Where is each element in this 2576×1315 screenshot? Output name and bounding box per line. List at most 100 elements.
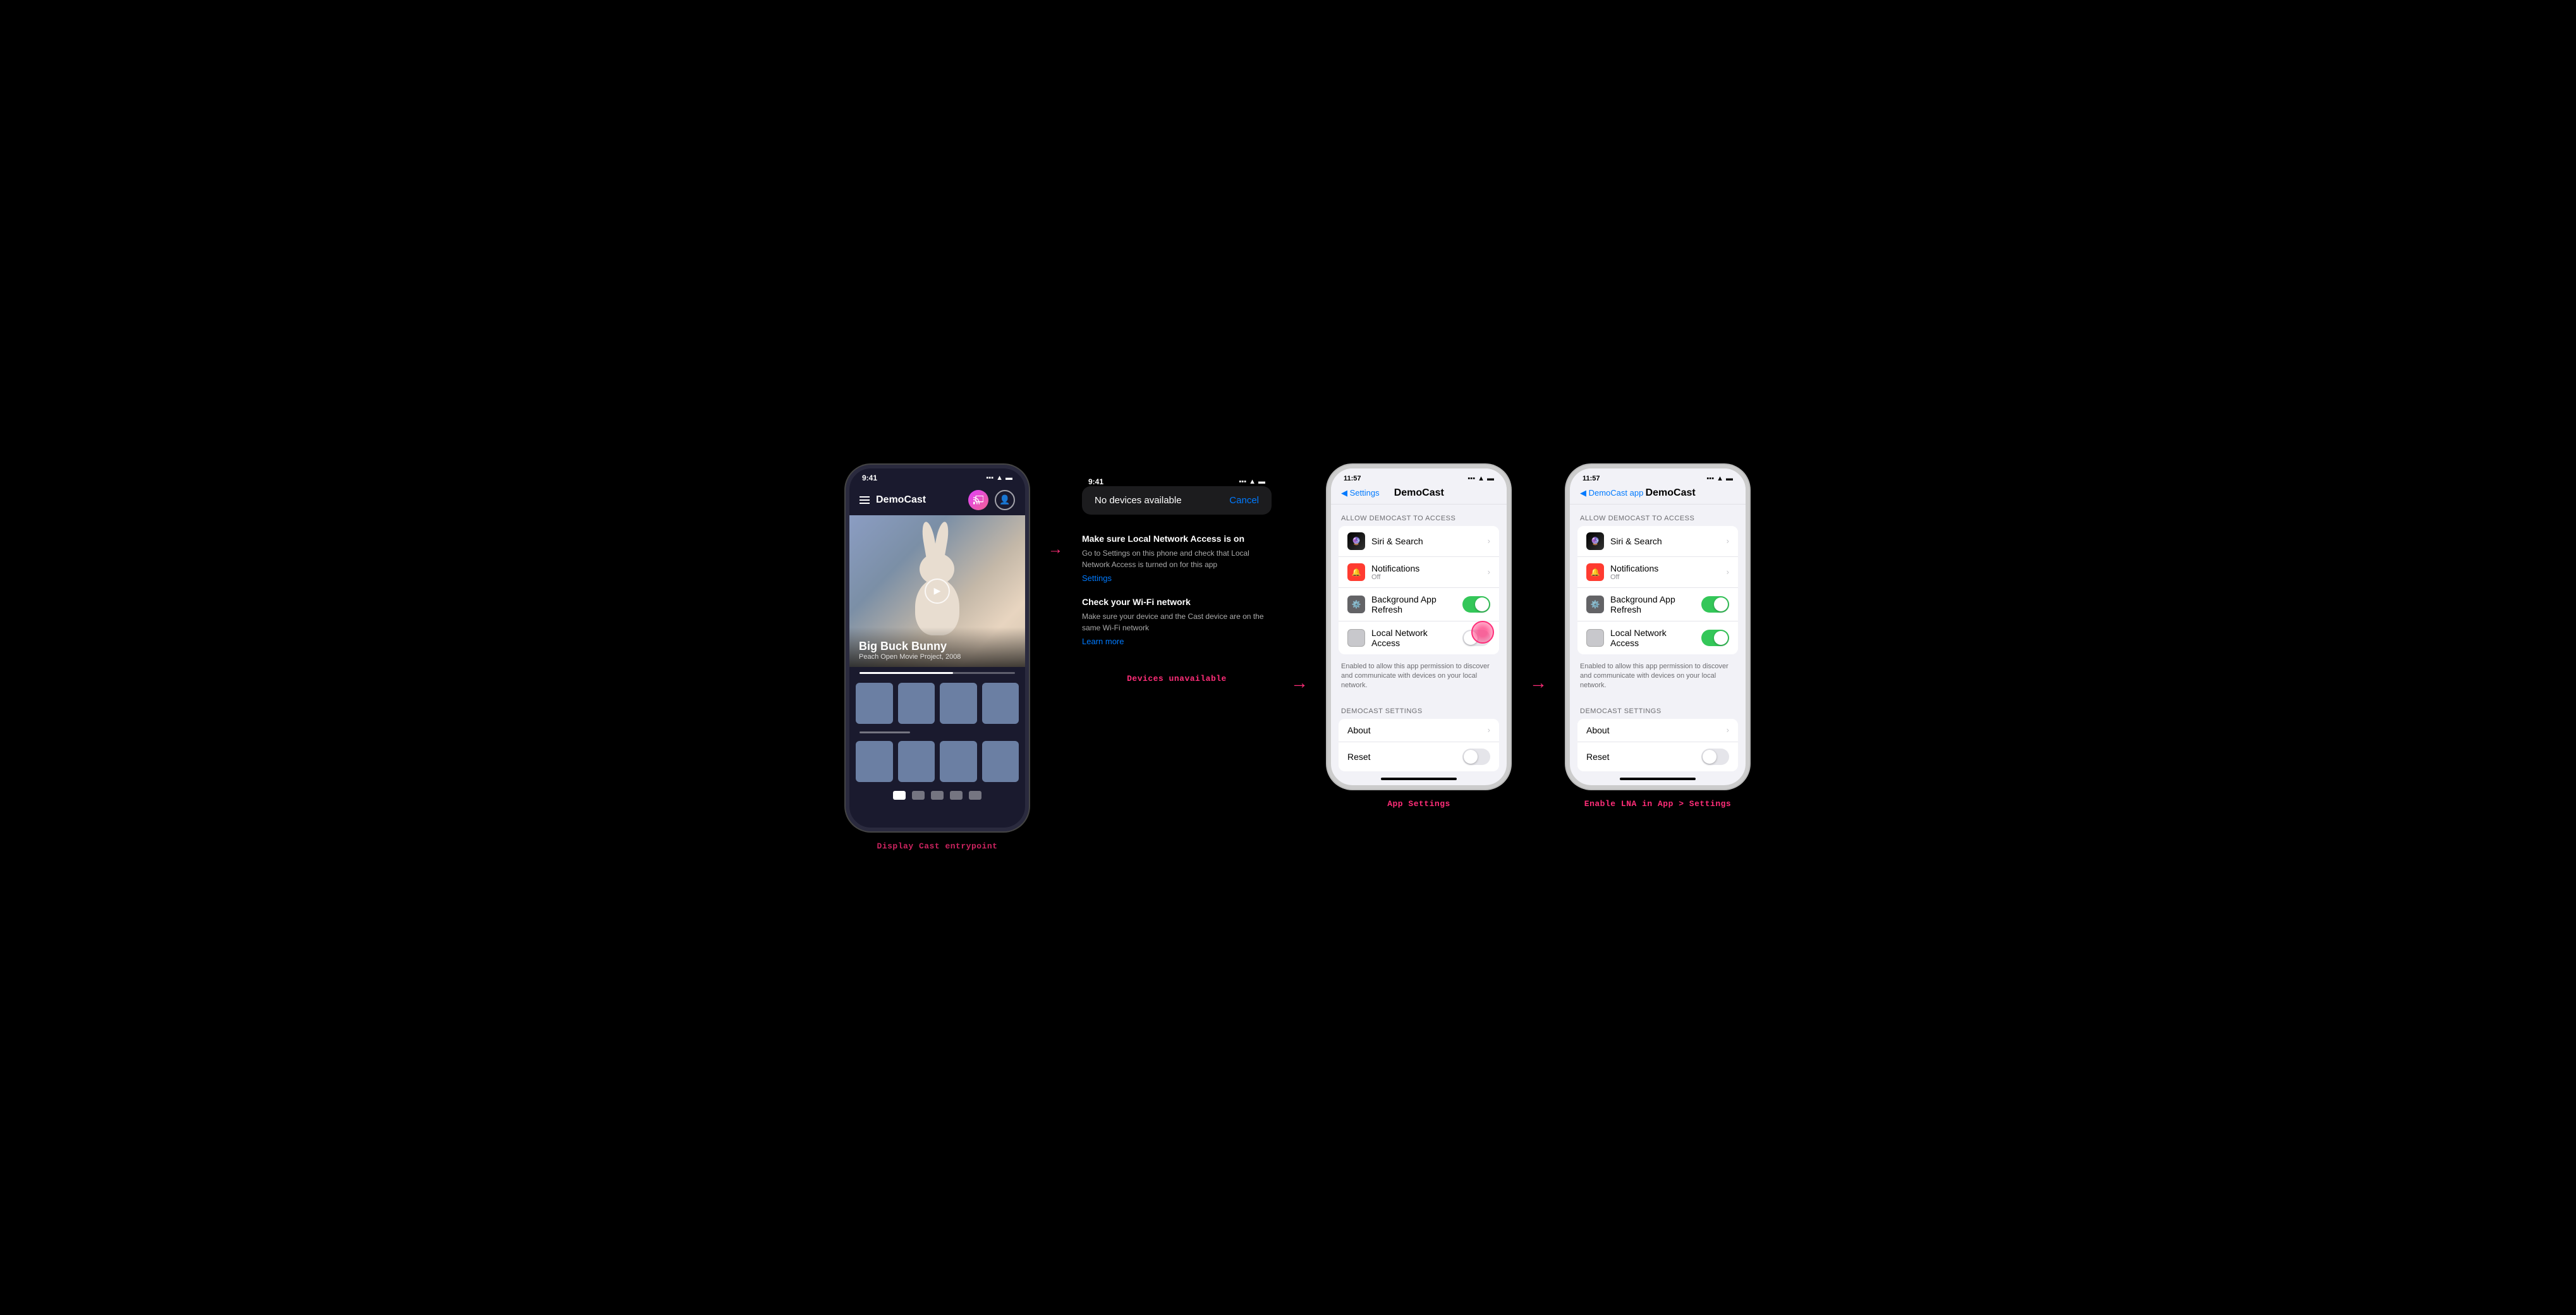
- thumb-1[interactable]: [856, 683, 893, 724]
- notif-chevron-3: ›: [1488, 567, 1490, 577]
- refresh-icon-symbol: ⚙️: [1352, 600, 1361, 609]
- thumb-6[interactable]: [898, 741, 935, 782]
- no-devices-text: No devices available: [1095, 495, 1182, 506]
- thumb-3[interactable]: [940, 683, 977, 724]
- lna-content-3: Local Network Access: [1371, 628, 1456, 648]
- lna-row-3[interactable]: Local Network Access: [1339, 621, 1499, 654]
- lna-content-4: Local Network Access: [1610, 628, 1695, 648]
- signal-3: ▪▪▪: [1467, 475, 1475, 482]
- wifi-icon-2: ▲: [1249, 478, 1256, 486]
- siri-row-3[interactable]: 🔮 Siri & Search ›: [1339, 526, 1499, 557]
- devices-status-bar: 9:41 ▪▪▪ ▲ ▬: [1082, 477, 1272, 486]
- panel2-content: 9:41 ▪▪▪ ▲ ▬ No devices available Cancel…: [1082, 465, 1272, 654]
- cursor-circle-3: [1471, 621, 1494, 644]
- lna-label-4: Local Network Access: [1610, 628, 1695, 648]
- lna-info-body: Go to Settings on this phone and check t…: [1082, 547, 1272, 570]
- settings-status-bar-4: 11:57 ▪▪▪ ▲ ▬: [1570, 468, 1746, 485]
- reset-toggle-3[interactable]: [1462, 749, 1490, 765]
- settings-status-icons-4: ▪▪▪ ▲ ▬: [1706, 475, 1733, 482]
- settings-list-1-4: 🔮 Siri & Search › 🔔 Notifications Off: [1577, 526, 1738, 654]
- thumb-5[interactable]: [856, 741, 893, 782]
- thumb-8[interactable]: [982, 741, 1019, 782]
- lna-toggle-4[interactable]: [1701, 630, 1729, 646]
- notif-label-4: Notifications: [1610, 563, 1720, 573]
- progress-bar-container: [849, 667, 1025, 679]
- bg-refresh-row-4[interactable]: ⚙️ Background App Refresh: [1577, 588, 1738, 621]
- siri-icon-3: 🔮: [1347, 532, 1365, 550]
- lna-info-title: Make sure Local Network Access is on: [1082, 534, 1272, 544]
- wifi-3: ▲: [1478, 475, 1485, 482]
- dot-3[interactable]: [931, 791, 944, 800]
- panel-2-label: Devices unavailable: [1127, 664, 1227, 683]
- settings-list-1-3: 🔮 Siri & Search › 🔔 Notifications Off: [1339, 526, 1499, 654]
- app-title: DemoCast: [876, 494, 968, 506]
- cancel-button[interactable]: Cancel: [1229, 495, 1259, 506]
- settings-frame-4: 11:57 ▪▪▪ ▲ ▬ ◀ DemoCast app DemoCast AL…: [1566, 465, 1749, 789]
- back-button-3[interactable]: ◀ Settings: [1341, 488, 1380, 498]
- bg-refresh-row-3[interactable]: ⚙️ Background App Refresh: [1339, 588, 1499, 621]
- devices-time: 9:41: [1088, 477, 1103, 486]
- notif-icon-symbol-4: 🔔: [1591, 568, 1600, 577]
- lna-desc-3: Enabled to allow this app permission to …: [1331, 659, 1507, 697]
- settings-status-bar-3: 11:57 ▪▪▪ ▲ ▬: [1331, 468, 1507, 485]
- wifi-icon: ▲: [996, 474, 1003, 482]
- bg-refresh-label-3: Background App Refresh: [1371, 594, 1456, 615]
- progress-fill: [860, 672, 953, 674]
- back-button-4[interactable]: ◀ DemoCast app: [1580, 488, 1643, 498]
- reset-row-4[interactable]: Reset: [1577, 742, 1738, 771]
- bg-refresh-toggle-3[interactable]: [1462, 596, 1490, 613]
- wifi-info-body: Make sure your device and the Cast devic…: [1082, 611, 1272, 633]
- notif-row-3[interactable]: 🔔 Notifications Off ›: [1339, 557, 1499, 588]
- wifi-info-box: Check your Wi-Fi network Make sure your …: [1082, 590, 1272, 654]
- lna-desc-4: Enabled to allow this app permission to …: [1570, 659, 1746, 697]
- pagination-dots: [849, 786, 1025, 805]
- thumb-2[interactable]: [898, 683, 935, 724]
- siri-label-4: Siri & Search: [1610, 536, 1720, 546]
- settings-link[interactable]: Settings: [1082, 573, 1112, 583]
- iphone-frame-1: 9:41 ▪▪▪ ▲ ▬ DemoCast: [846, 465, 1029, 831]
- toggle-knob-bg-3: [1475, 597, 1489, 611]
- dot-1[interactable]: [893, 791, 906, 800]
- settings-page-title-4: DemoCast: [1646, 487, 1696, 499]
- status-bar-1: 9:41 ▪▪▪ ▲ ▬: [849, 468, 1025, 485]
- about-chevron-3: ›: [1488, 725, 1490, 735]
- devices-status-icons: ▪▪▪ ▲ ▬: [1239, 477, 1265, 486]
- thumb-4[interactable]: [982, 683, 1019, 724]
- hamburger-menu[interactable]: [860, 496, 870, 504]
- settings-frame-3: 11:57 ▪▪▪ ▲ ▬ ◀ Settings DemoCast ALLOW …: [1327, 465, 1510, 789]
- reset-row-3[interactable]: Reset: [1339, 742, 1499, 771]
- about-label-4: About: [1586, 725, 1720, 735]
- bg-refresh-toggle-4[interactable]: [1701, 596, 1729, 613]
- reset-toggle-4[interactable]: [1701, 749, 1729, 765]
- notif-label-3: Notifications: [1371, 563, 1481, 573]
- lna-icon-3: [1347, 629, 1365, 647]
- dot-4[interactable]: [950, 791, 963, 800]
- about-row-4[interactable]: About ›: [1577, 719, 1738, 742]
- lna-label-3: Local Network Access: [1371, 628, 1456, 648]
- cast-button[interactable]: [968, 490, 988, 510]
- about-row-3[interactable]: About ›: [1339, 719, 1499, 742]
- notif-icon-4: 🔔: [1586, 563, 1604, 581]
- siri-icon-symbol-4: 🔮: [1591, 537, 1600, 546]
- section1-header-4: ALLOW DEMOCAST TO ACCESS: [1570, 505, 1746, 526]
- notif-row-4[interactable]: 🔔 Notifications Off ›: [1577, 557, 1738, 588]
- profile-button[interactable]: 👤: [995, 490, 1015, 510]
- learn-more-link[interactable]: Learn more: [1082, 637, 1124, 646]
- play-button[interactable]: ▶: [925, 578, 950, 604]
- refresh-icon-symbol-4: ⚙️: [1591, 600, 1600, 609]
- settings-list-2-3: About › Reset: [1339, 719, 1499, 771]
- reset-content-4: Reset: [1586, 752, 1695, 762]
- thumb-7[interactable]: [940, 741, 977, 782]
- toggle-knob-reset-4: [1703, 750, 1716, 764]
- dot-5[interactable]: [969, 791, 981, 800]
- notif-icon-3: 🔔: [1347, 563, 1365, 581]
- lna-row-4[interactable]: Local Network Access: [1577, 621, 1738, 654]
- panel-3-label: App Settings: [1387, 799, 1450, 809]
- progress-bar: [860, 672, 1015, 674]
- settings-nav-3: ◀ Settings DemoCast: [1331, 485, 1507, 505]
- dot-2[interactable]: [912, 791, 925, 800]
- siri-row-4[interactable]: 🔮 Siri & Search ›: [1577, 526, 1738, 557]
- toggle-knob-lna-4: [1714, 631, 1728, 645]
- section2-header-3: DEMOCAST SETTINGS: [1331, 697, 1507, 719]
- notif-sublabel-3: Off: [1371, 573, 1481, 581]
